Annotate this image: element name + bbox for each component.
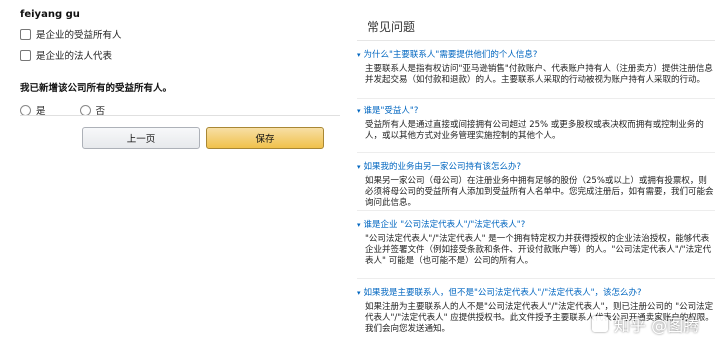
expand-arrow-icon: ▾ <box>357 163 361 171</box>
faq-question-link[interactable]: ▾ 谁是"受益人"? <box>357 106 715 117</box>
faq-item: ▾ 谁是企业 "公司法定代表人"/"法定代表人"? "公司法定代表人"/"法定代表… <box>357 220 715 267</box>
zhihu-logo-icon <box>592 316 608 332</box>
expand-arrow-icon: ▾ <box>357 51 361 59</box>
faq-question-text[interactable]: 如果我的业务由另一家公司持有该怎么办? <box>364 162 522 173</box>
faq-question-link[interactable]: ▾ 如果我是主要联系人，但不是"公司法定代表人"/"法定代表人"，该怎么办? <box>357 288 715 299</box>
faq-divider <box>357 210 715 211</box>
beneficial-owner-label: 是企业的受益所有人 <box>36 30 122 41</box>
checkbox-row-beneficial-owner[interactable]: 是企业的受益所有人 <box>20 25 340 43</box>
faq-divider <box>357 278 715 279</box>
faq-answer: 主要联系人是指有权访问"亚马逊销售"付款账户、代表账户持有人（注册卖方）提供注册… <box>365 64 713 85</box>
yes-radio[interactable] <box>20 104 31 116</box>
legal-representative-checkbox[interactable] <box>20 49 31 61</box>
form-divider <box>20 115 340 116</box>
faq-answer: 如果另一家公司（母公司）在注册业务中拥有足够的股份（25%或以上）或拥有投票权，… <box>365 176 714 208</box>
faq-question-link[interactable]: ▾ 如果我的业务由另一家公司持有该怎么办? <box>357 162 715 173</box>
faq-question-link[interactable]: ▾ 谁是企业 "公司法定代表人"/"法定代表人"? <box>357 220 715 231</box>
beneficial-owner-checkbox[interactable] <box>20 28 31 40</box>
faq-answer: 受益所有人是通过直接或间接拥有公司超过 25% 或更多股权或表决权而拥有或控制业… <box>365 120 704 141</box>
faq-question-text[interactable]: 为什么"主要联系人"需要提供他们的个人信息? <box>364 50 538 61</box>
previous-page-button[interactable]: 上一页 <box>82 127 200 149</box>
faq-title: 常见问题 <box>367 20 416 34</box>
faq-title-divider <box>357 40 715 41</box>
expand-arrow-icon: ▾ <box>357 107 361 115</box>
faq-divider <box>357 152 715 153</box>
zhihu-watermark: 知乎 @图腾 <box>592 312 699 336</box>
faq-question-link[interactable]: ▾ 为什么"主要联系人"需要提供他们的个人信息? <box>357 50 715 61</box>
legal-representative-label: 是企业的法人代表 <box>36 51 113 62</box>
owner-name: feiyang gu <box>20 9 80 20</box>
faq-divider <box>357 98 715 99</box>
expand-arrow-icon: ▾ <box>357 289 361 297</box>
faq-question-text[interactable]: 谁是"受益人"? <box>364 106 419 117</box>
no-radio[interactable] <box>79 104 91 116</box>
checkbox-row-legal-rep[interactable]: 是企业的法人代表 <box>20 46 340 64</box>
watermark-text: 知乎 @图腾 <box>614 316 700 335</box>
faq-answer: "公司法定代表人"/"法定代表人" 是一个拥有特定权力并获得授权的企业法治授权，… <box>365 234 712 266</box>
save-button[interactable]: 保存 <box>206 127 324 149</box>
expand-arrow-icon: ▾ <box>357 221 361 229</box>
faq-item: ▾ 为什么"主要联系人"需要提供他们的个人信息? 主要联系人是指有权访问"亚马逊销… <box>357 50 715 86</box>
faq-question-text[interactable]: 谁是企业 "公司法定代表人"/"法定代表人"? <box>364 220 526 231</box>
faq-item: ▾ 如果我的业务由另一家公司持有该怎么办? 如果另一家公司（母公司）在注册业务中拥… <box>357 162 715 209</box>
beneficial-owner-form: feiyang gu 是企业的受益所有人 是企业的法人代表 我已新增该公司所有的… <box>20 8 340 117</box>
faq-panel: 常见问题 ▾ 为什么"主要联系人"需要提供他们的个人信息? 主要联系人是指有权访问… <box>357 0 715 352</box>
faq-item: ▾ 谁是"受益人"? 受益所有人是通过直接或间接拥有公司超过 25% 或更多股权或… <box>357 106 715 142</box>
all-owners-added-question: 我已新增该公司所有的受益所有人。 <box>20 83 173 94</box>
faq-question-text[interactable]: 如果我是主要联系人，但不是"公司法定代表人"/"法定代表人"，该怎么办? <box>364 288 642 299</box>
